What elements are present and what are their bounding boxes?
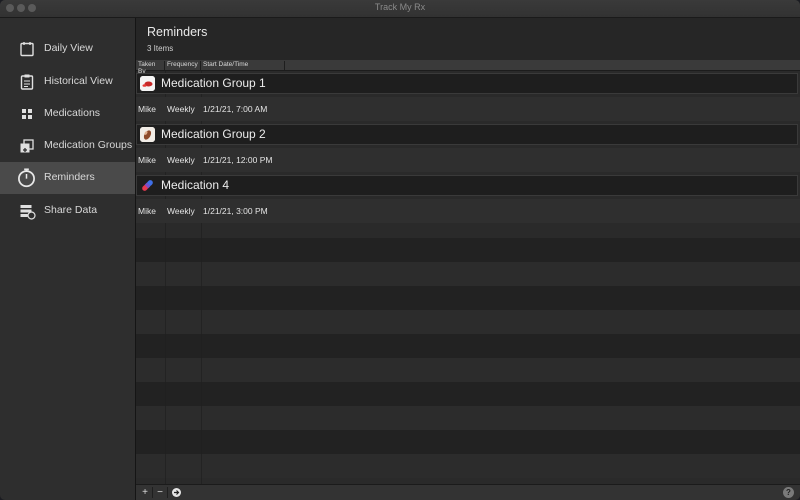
empty-row — [136, 310, 800, 334]
sidebar-item-reminders[interactable]: Reminders — [0, 162, 135, 194]
sidebar-item-label: Reminders — [44, 171, 95, 183]
table-header: Taken By Frequency Start Date/Time — [136, 60, 800, 75]
taken-by-cell: Mike — [138, 104, 156, 114]
medication-group-icon — [140, 127, 155, 142]
empty-row — [136, 238, 800, 262]
column-header-taken-by[interactable]: Taken By — [136, 61, 165, 75]
column-header-frequency[interactable]: Frequency — [165, 61, 201, 70]
taken-by-cell: Mike — [138, 206, 156, 216]
window-title: Track My Rx — [374, 2, 426, 12]
start-cell: 1/21/21, 3:00 PM — [203, 206, 268, 216]
sidebar-item-label: Daily View — [44, 42, 93, 54]
remove-button[interactable]: − — [153, 487, 168, 498]
capsule-icon — [140, 178, 155, 193]
group-row[interactable]: Medication 4 — [136, 175, 798, 196]
empty-row — [136, 454, 800, 478]
empty-row — [136, 262, 800, 286]
group-name: Medication 4 — [161, 178, 230, 192]
go-arrow-button[interactable] — [169, 487, 183, 498]
frequency-cell: Weekly — [167, 155, 195, 165]
column-header-start[interactable]: Start Date/Time — [201, 61, 285, 70]
bottom-toolbar: + − ? — [136, 484, 800, 500]
item-count: 3 Items — [147, 44, 174, 53]
sidebar-item-historical-view[interactable]: Historical View — [0, 66, 135, 98]
empty-row — [136, 430, 800, 454]
stack-plus-icon — [20, 139, 34, 153]
empty-row — [136, 358, 800, 382]
frequency-cell: Weekly — [167, 206, 195, 216]
group-row[interactable]: Medication Group 2 — [136, 124, 798, 145]
start-cell: 1/21/21, 7:00 AM — [203, 104, 268, 114]
table-row[interactable]: Mike Weekly 1/21/21, 3:00 PM — [136, 199, 800, 223]
sidebar-item-label: Medications — [44, 107, 101, 119]
empty-row — [136, 334, 800, 358]
sidebar: Daily View Historical View Medications M… — [0, 18, 136, 500]
arrow-right-circle-icon — [171, 488, 181, 497]
empty-row — [136, 286, 800, 310]
table-row[interactable]: Mike Weekly 1/21/21, 7:00 AM — [136, 97, 800, 121]
title-bar: Track My Rx — [0, 0, 800, 18]
share-data-icon — [20, 205, 36, 220]
calendar-icon — [20, 42, 34, 57]
sidebar-item-label: Share Data — [44, 204, 98, 216]
empty-row — [136, 382, 800, 406]
sidebar-item-label: Historical View — [44, 75, 113, 87]
sidebar-item-daily-view[interactable]: Daily View — [0, 33, 135, 65]
group-row[interactable]: Medication Group 1 — [136, 73, 798, 94]
clipboard-icon — [20, 74, 34, 90]
stopwatch-icon — [18, 168, 35, 188]
sidebar-item-medication-groups[interactable]: Medication Groups — [0, 130, 135, 162]
help-button[interactable]: ? — [783, 487, 794, 498]
taken-by-cell: Mike — [138, 155, 156, 165]
start-cell: 1/21/21, 12:00 PM — [203, 155, 273, 165]
reminders-table[interactable]: Taken By Frequency Start Date/Time Medic… — [136, 60, 800, 484]
group-name: Medication Group 2 — [161, 127, 266, 141]
sidebar-item-medications[interactable]: Medications — [0, 98, 135, 130]
main-panel: Reminders 3 Items Taken By Frequency Sta… — [136, 18, 800, 500]
empty-row — [136, 406, 800, 430]
table-row[interactable]: Mike Weekly 1/21/21, 12:00 PM — [136, 148, 800, 172]
sidebar-item-label: Medication Groups — [44, 139, 133, 151]
add-button[interactable]: + — [138, 487, 153, 498]
grid-icon — [22, 109, 32, 119]
page-title: Reminders — [147, 25, 208, 39]
frequency-cell: Weekly — [167, 104, 195, 114]
group-name: Medication Group 1 — [161, 76, 266, 90]
app-window: Track My Rx Daily View Historical View M… — [0, 0, 800, 500]
medication-group-icon — [140, 76, 155, 91]
sidebar-item-share-data[interactable]: Share Data — [0, 195, 135, 227]
